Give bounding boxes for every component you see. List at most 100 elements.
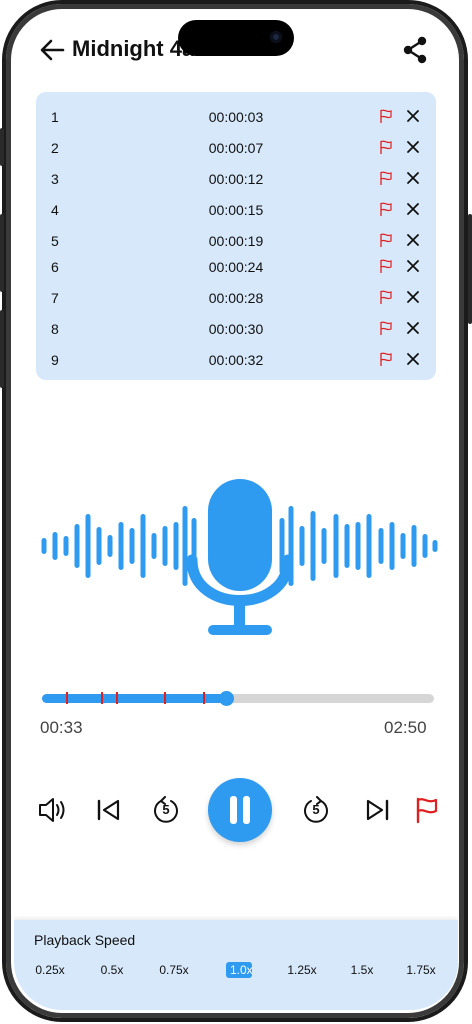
flag-icon[interactable] <box>378 201 394 217</box>
waveform-bar <box>432 540 438 552</box>
waveform-bar <box>107 535 113 557</box>
close-icon[interactable] <box>404 350 422 368</box>
close-icon[interactable] <box>404 231 422 249</box>
close-icon[interactable] <box>404 288 422 306</box>
forward-5-button[interactable]: 5 <box>302 796 330 824</box>
flag-icon[interactable] <box>378 258 394 274</box>
close-icon[interactable] <box>404 107 422 125</box>
mark-time: 00:00:03 <box>208 109 264 125</box>
mark-row[interactable]: 2 00:00:07 <box>36 136 436 160</box>
seek-bar[interactable] <box>42 691 434 706</box>
playback-speed-panel: Playback Speed 0.25x 0.5x 0.75x 1.0x 1.25x 1.… <box>14 920 458 1010</box>
speed-option[interactable]: 1.25x <box>282 962 322 978</box>
rewind-5-button[interactable]: 5 <box>152 796 180 824</box>
waveform-bar <box>96 527 102 565</box>
page-title: Midnight 4a <box>72 36 195 61</box>
phone-side-button <box>0 128 4 166</box>
mark-row[interactable]: 6 00:00:24 <box>36 255 436 279</box>
close-icon[interactable] <box>404 200 422 218</box>
waveform-bar <box>162 526 168 566</box>
mark-index: 5 <box>51 233 59 249</box>
mark-tick <box>116 692 119 704</box>
mark-index: 9 <box>51 352 59 368</box>
speed-option[interactable]: 1.0x <box>226 962 253 978</box>
waveform-bar <box>85 514 91 578</box>
waveform-bar <box>52 532 58 560</box>
mark-row[interactable]: 7 00:00:28 <box>36 286 436 310</box>
waveform-bar <box>321 528 327 564</box>
mark-row[interactable]: 3 00:00:12 <box>36 167 436 191</box>
microphone-base <box>208 625 272 635</box>
speed-option[interactable]: 1.5x <box>342 962 382 978</box>
playback-speed-title: Playback Speed <box>34 932 136 948</box>
waveform-bar <box>182 506 188 586</box>
waveform-bar <box>151 533 157 559</box>
flag-icon[interactable] <box>414 796 440 824</box>
waveform-bar <box>173 522 179 570</box>
camera-icon <box>270 31 282 43</box>
microphone-stand <box>234 597 245 627</box>
waveform-bar <box>389 522 395 570</box>
forward-label: 5 <box>312 802 320 817</box>
close-icon[interactable] <box>404 169 422 187</box>
close-icon[interactable] <box>404 319 422 337</box>
mark-time: 00:00:30 <box>208 321 264 337</box>
mark-time: 00:00:32 <box>208 352 264 368</box>
mark-time: 00:00:24 <box>208 259 264 275</box>
waveform-bar <box>310 511 316 581</box>
mark-index: 4 <box>51 202 59 218</box>
mark-row[interactable]: 4 00:00:15 <box>36 198 436 222</box>
flag-icon[interactable] <box>378 170 394 186</box>
mark-row[interactable]: 1 00:00:03 <box>36 105 436 129</box>
mark-index: 8 <box>51 321 59 337</box>
pause-button[interactable] <box>208 778 272 842</box>
mark-index: 3 <box>51 171 59 187</box>
mark-tick <box>65 692 68 704</box>
speed-option[interactable]: 0.75x <box>154 962 194 978</box>
flag-icon[interactable] <box>378 232 394 248</box>
waveform-bar <box>378 528 384 564</box>
close-icon[interactable] <box>404 138 422 156</box>
waveform-bar <box>129 528 135 564</box>
skip-previous-icon[interactable] <box>96 798 122 822</box>
speaker-icon[interactable] <box>38 796 68 824</box>
phone-side-button <box>468 214 472 324</box>
waveform-bar <box>411 525 417 567</box>
seek-thumb[interactable] <box>219 691 235 706</box>
share-icon[interactable] <box>402 36 428 64</box>
mark-time: 00:00:07 <box>208 140 264 156</box>
current-time: 00:33 <box>40 718 83 737</box>
waveform-bar <box>74 524 80 568</box>
waveform-bar <box>344 524 350 568</box>
skip-next-icon[interactable] <box>364 798 390 822</box>
mark-time: 00:00:19 <box>208 233 264 249</box>
speed-option[interactable]: 0.25x <box>30 962 70 978</box>
microphone-capsule <box>208 479 272 591</box>
mark-tick <box>202 692 205 704</box>
phone-side-button <box>0 214 4 292</box>
total-time: 02:50 <box>384 718 427 737</box>
arrow-left-icon[interactable] <box>38 36 66 64</box>
flag-icon[interactable] <box>378 351 394 367</box>
close-icon[interactable] <box>404 257 422 275</box>
speed-option[interactable]: 1.75x <box>401 962 441 978</box>
flag-icon[interactable] <box>378 139 394 155</box>
mark-row[interactable]: 5 00:00:19 <box>36 229 436 253</box>
flag-icon[interactable] <box>378 289 394 305</box>
microphone-waveform-icon <box>41 479 438 635</box>
mark-row[interactable]: 9 00:00:32 <box>36 348 436 372</box>
phone-side-button <box>0 310 4 388</box>
mark-row[interactable]: 8 00:00:30 <box>36 317 436 341</box>
speed-option[interactable]: 0.5x <box>92 962 132 978</box>
mark-time: 00:00:15 <box>208 202 264 218</box>
flag-icon[interactable] <box>378 108 394 124</box>
mark-index: 7 <box>51 290 59 306</box>
mark-index: 1 <box>51 109 59 125</box>
waveform-bar <box>400 533 406 559</box>
player-controls: 5 5 <box>14 774 458 844</box>
waveform-bar <box>355 522 361 570</box>
waveform-bar <box>333 514 339 578</box>
mark-index: 6 <box>51 259 59 275</box>
flag-icon[interactable] <box>378 320 394 336</box>
waveform-bar <box>63 536 69 556</box>
